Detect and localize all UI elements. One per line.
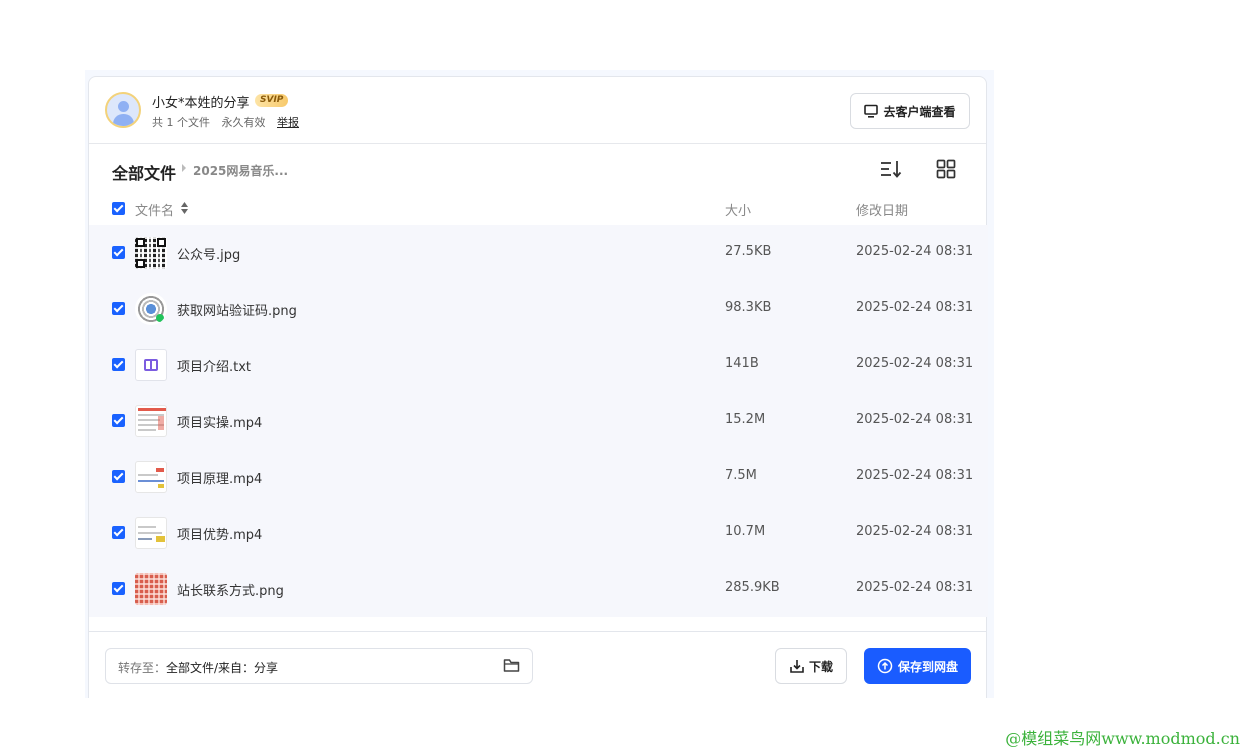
monitor-icon: [864, 104, 879, 118]
download-label: 下载: [808, 659, 833, 674]
validity: 永久有效: [221, 116, 266, 129]
file-size: 15.2M: [725, 412, 766, 427]
video-thumbnail: [135, 405, 167, 437]
mini-program-code-thumbnail: [135, 293, 167, 325]
file-row[interactable]: 项目实操.mp4 15.2M 2025-02-24 08:31: [89, 393, 988, 449]
video-thumbnail: [135, 461, 167, 493]
download-button[interactable]: 下载: [775, 648, 847, 684]
video-thumbnail: [135, 517, 167, 549]
open-client-button[interactable]: 去客户端查看: [850, 93, 970, 129]
share-title: 小女*本姓的分享: [152, 96, 250, 111]
share-panel: 小女*本姓的分享 SVIP 共 1 个文件 永久有效 举报 去客户端查看 全部文…: [88, 76, 988, 699]
row-checkbox[interactable]: [112, 358, 125, 371]
open-client-label: 去客户端查看: [883, 104, 956, 119]
share-footer: 转存至： 全部文件/来自：分享 下载 保存到网盘: [89, 631, 986, 699]
svip-badge: SVIP: [255, 94, 289, 107]
file-date: 2025-02-24 08:31: [856, 300, 974, 315]
file-date: 2025-02-24 08:31: [856, 524, 974, 539]
file-size: 285.9KB: [725, 580, 780, 595]
sort-caret-icon[interactable]: [181, 202, 188, 214]
file-date: 2025-02-24 08:31: [856, 468, 974, 483]
row-checkbox[interactable]: [112, 582, 125, 595]
save-path-value: 全部文件/来自：分享: [166, 661, 279, 675]
save-to-drive-button[interactable]: 保存到网盘: [864, 648, 971, 684]
file-row[interactable]: 项目介绍.txt 141B 2025-02-24 08:31: [89, 337, 988, 393]
text-file-icon: [135, 349, 167, 381]
cloud-upload-icon: [877, 658, 893, 674]
file-date: 2025-02-24 08:31: [856, 244, 974, 259]
breadcrumb-current: 2025网易音乐...: [193, 164, 289, 178]
file-list: 公众号.jpg 27.5KB 2025-02-24 08:31 获取网站验证码.…: [89, 225, 988, 617]
file-name[interactable]: 项目实操.mp4: [177, 412, 262, 431]
column-size: 大小: [725, 204, 752, 219]
file-row[interactable]: 项目原理.mp4 7.5M 2025-02-24 08:31: [89, 449, 988, 505]
sort-icon[interactable]: [879, 158, 903, 180]
file-count: 共 1 个文件: [152, 116, 210, 129]
watermark: @模组菜鸟网www.modmod.cn: [1005, 729, 1240, 748]
row-checkbox[interactable]: [112, 302, 125, 315]
file-size: 27.5KB: [725, 244, 772, 259]
download-icon: [790, 660, 804, 673]
save-path-label: 转存至：: [118, 661, 167, 675]
share-header: 小女*本姓的分享 SVIP 共 1 个文件 永久有效 举报 去客户端查看: [89, 77, 986, 144]
file-row[interactable]: 站长联系方式.png 285.9KB 2025-02-24 08:31: [89, 561, 988, 617]
file-row[interactable]: 获取网站验证码.png 98.3KB 2025-02-24 08:31: [89, 281, 988, 337]
file-name[interactable]: 站长联系方式.png: [177, 580, 284, 599]
breadcrumb-separator-icon: [182, 164, 186, 172]
breadcrumb-root[interactable]: 全部文件: [112, 160, 176, 184]
save-path-selector[interactable]: 转存至： 全部文件/来自：分享: [105, 648, 533, 684]
folder-icon[interactable]: [503, 658, 520, 673]
file-name[interactable]: 项目优势.mp4: [177, 524, 262, 543]
row-checkbox[interactable]: [112, 470, 125, 483]
file-size: 10.7M: [725, 524, 766, 539]
column-name[interactable]: 文件名: [135, 200, 174, 219]
share-meta: 共 1 个文件 永久有效 举报: [152, 114, 307, 130]
file-date: 2025-02-24 08:31: [856, 412, 974, 427]
file-size: 141B: [725, 356, 759, 371]
report-link[interactable]: 举报: [277, 116, 299, 129]
file-size: 98.3KB: [725, 300, 772, 315]
grid-view-icon[interactable]: [935, 158, 957, 180]
row-checkbox[interactable]: [112, 246, 125, 259]
file-name[interactable]: 公众号.jpg: [177, 244, 240, 263]
file-name[interactable]: 获取网站验证码.png: [177, 300, 297, 319]
qr-code-thumbnail: [135, 237, 167, 269]
row-checkbox[interactable]: [112, 414, 125, 427]
qr-code-thumbnail: [135, 573, 167, 605]
file-row[interactable]: 项目优势.mp4 10.7M 2025-02-24 08:31: [89, 505, 988, 561]
file-row[interactable]: 公众号.jpg 27.5KB 2025-02-24 08:31: [89, 225, 988, 281]
file-date: 2025-02-24 08:31: [856, 580, 974, 595]
select-all-checkbox[interactable]: [112, 202, 125, 215]
file-name[interactable]: 项目介绍.txt: [177, 356, 251, 375]
column-date: 修改日期: [856, 204, 909, 219]
file-table-header: 文件名 大小 修改日期: [89, 197, 986, 221]
file-name[interactable]: 项目原理.mp4: [177, 468, 262, 487]
file-date: 2025-02-24 08:31: [856, 356, 974, 371]
row-checkbox[interactable]: [112, 526, 125, 539]
avatar: [105, 92, 141, 128]
file-size: 7.5M: [725, 468, 757, 483]
save-to-drive-label: 保存到网盘: [897, 659, 958, 674]
